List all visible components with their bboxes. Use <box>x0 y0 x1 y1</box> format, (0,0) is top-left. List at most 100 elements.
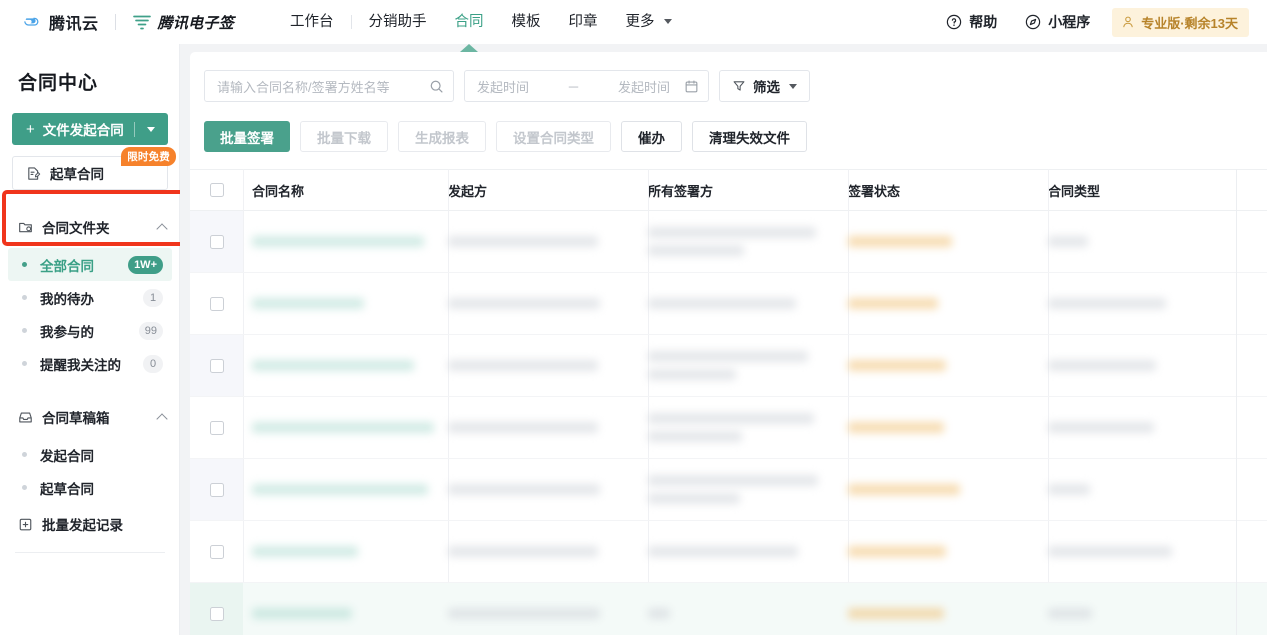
sidebar-item-all-contracts[interactable]: 全部合同 1W+ <box>8 248 172 281</box>
table-row[interactable] <box>190 273 1267 335</box>
esign-brand-link[interactable]: 腾讯电子签 <box>132 12 235 33</box>
nav-item-seal[interactable]: 印章 <box>555 0 612 44</box>
user-crown-icon <box>1123 16 1133 28</box>
sidebar-item-my-todo[interactable]: 我的待办 1 <box>8 281 172 314</box>
table-row[interactable] <box>190 211 1267 273</box>
row-select-cell[interactable] <box>190 459 243 520</box>
cell-all-signers <box>648 413 848 442</box>
bullet-icon <box>22 452 27 457</box>
masked-value <box>448 236 598 247</box>
masked-value <box>252 298 364 309</box>
select-all-checkbox[interactable] <box>209 183 224 197</box>
sidebar-item-label: 起草合同 <box>40 481 94 497</box>
row-checkbox[interactable] <box>209 358 224 373</box>
pro-plan-badge[interactable]: 专业版·剩余13天 <box>1112 7 1249 37</box>
sidebar-item-batch-records[interactable]: 批量发起记录 <box>0 504 180 544</box>
cell-sign-status <box>848 484 1048 495</box>
sidebar-item-initiate-contract[interactable]: 发起合同 <box>8 438 172 471</box>
masked-value <box>252 236 424 247</box>
masked-value <box>648 546 798 557</box>
masked-value <box>448 484 600 495</box>
row-select-cell[interactable] <box>190 335 243 396</box>
nav-item-template[interactable]: 模板 <box>498 0 555 44</box>
column-header-initiator[interactable]: 发起方 <box>448 181 648 200</box>
draft-contract-label: 起草合同 <box>50 167 104 182</box>
masked-value <box>648 608 670 619</box>
chevron-down-icon[interactable] <box>147 126 155 132</box>
cell-contract-name <box>243 236 448 247</box>
table-row[interactable] <box>190 521 1267 583</box>
cell-sign-status <box>848 422 1048 433</box>
main-content-area: 请输入合同名称/签署方姓名等 发起时间 － 发起时间 筛选 批量签署 批量下载 … <box>180 44 1267 635</box>
batch-sign-button[interactable]: 批量签署 <box>204 121 290 152</box>
pro-plan-label: 专业版·剩余13天 <box>1141 15 1238 31</box>
calendar-icon[interactable] <box>684 79 699 94</box>
column-header-sign-status[interactable]: 签署状态 <box>848 181 1048 200</box>
row-select-cell[interactable] <box>190 544 243 559</box>
row-checkbox[interactable] <box>209 482 224 497</box>
bullet-icon <box>22 262 27 267</box>
masked-value <box>1048 484 1090 495</box>
chevron-down-icon <box>789 83 797 89</box>
masked-value <box>648 413 814 424</box>
row-select-cell[interactable] <box>190 211 243 272</box>
question-circle-icon <box>947 14 962 30</box>
sidebar-item-draft-contract[interactable]: 起草合同 <box>8 471 172 504</box>
draft-box-group-header[interactable]: 合同草稿箱 <box>0 396 180 438</box>
nav-item-distribution[interactable]: 分销助手 <box>355 0 441 44</box>
row-select-cell[interactable] <box>190 583 243 635</box>
batch-records-label: 批量发起记录 <box>42 518 123 533</box>
row-select-cell[interactable] <box>190 420 243 435</box>
date-range-picker[interactable]: 发起时间 － 发起时间 <box>464 70 709 102</box>
row-select-cell[interactable] <box>190 296 243 311</box>
table-row[interactable] <box>190 335 1267 397</box>
bullet-icon <box>22 328 27 333</box>
chevron-up-icon[interactable] <box>156 412 168 425</box>
cell-initiator <box>448 608 648 619</box>
filter-button[interactable]: 筛选 <box>719 70 810 102</box>
help-label: 帮助 <box>969 14 998 30</box>
row-checkbox[interactable] <box>209 234 224 249</box>
search-icon[interactable] <box>429 79 444 94</box>
tencent-cloud-logo-link[interactable]: 腾讯云 <box>22 10 99 34</box>
row-checkbox[interactable] <box>209 606 224 621</box>
clean-expired-files-button[interactable]: 清理失效文件 <box>692 121 807 152</box>
nav-item-contract[interactable]: 合同 <box>441 0 498 52</box>
masked-value <box>648 227 816 238</box>
table-row[interactable] <box>190 397 1267 459</box>
table-row[interactable] <box>190 583 1267 635</box>
row-checkbox[interactable] <box>209 296 224 311</box>
miniprogram-button[interactable]: 小程序 <box>1011 12 1104 32</box>
masked-value <box>1048 422 1154 433</box>
search-input[interactable]: 请输入合同名称/签署方姓名等 <box>204 70 454 102</box>
column-header-contract-type[interactable]: 合同类型 <box>1048 181 1228 200</box>
row-checkbox[interactable] <box>209 420 224 435</box>
sidebar-item-label: 发起合同 <box>40 448 94 464</box>
masked-value <box>448 298 600 309</box>
urge-button[interactable]: 催办 <box>621 121 682 152</box>
cell-initiator <box>448 484 648 495</box>
sidebar-item-remind-me[interactable]: 提醒我关注的 0 <box>8 347 172 380</box>
cell-contract-type <box>1048 422 1228 433</box>
contract-folder-group-header[interactable]: 合同文件夹 <box>0 206 180 248</box>
cell-sign-status <box>848 360 1048 371</box>
column-header-contract-name[interactable]: 合同名称 <box>243 181 448 200</box>
cell-contract-type <box>1048 298 1228 309</box>
help-button[interactable]: 帮助 <box>932 12 1011 32</box>
create-contract-from-file-button[interactable]: + 文件发起合同 <box>12 113 168 145</box>
table-row[interactable] <box>190 459 1267 521</box>
masked-value <box>1048 608 1092 619</box>
column-header-all-signers[interactable]: 所有签署方 <box>648 181 848 200</box>
nav-item-more[interactable]: 更多 <box>612 0 686 44</box>
cell-all-signers <box>648 475 848 504</box>
masked-value <box>448 422 598 433</box>
sidebar-item-label: 我参与的 <box>40 324 94 340</box>
chevron-up-icon[interactable] <box>156 222 168 235</box>
nav-item-workbench[interactable]: 工作台 <box>276 0 348 44</box>
sidebar-item-my-participated[interactable]: 我参与的 99 <box>8 314 172 347</box>
select-all-cell[interactable] <box>190 183 243 197</box>
cell-all-signers <box>648 227 848 256</box>
nav-label: 模板 <box>511 14 541 30</box>
row-checkbox[interactable] <box>209 544 224 559</box>
cell-all-signers <box>648 546 848 557</box>
